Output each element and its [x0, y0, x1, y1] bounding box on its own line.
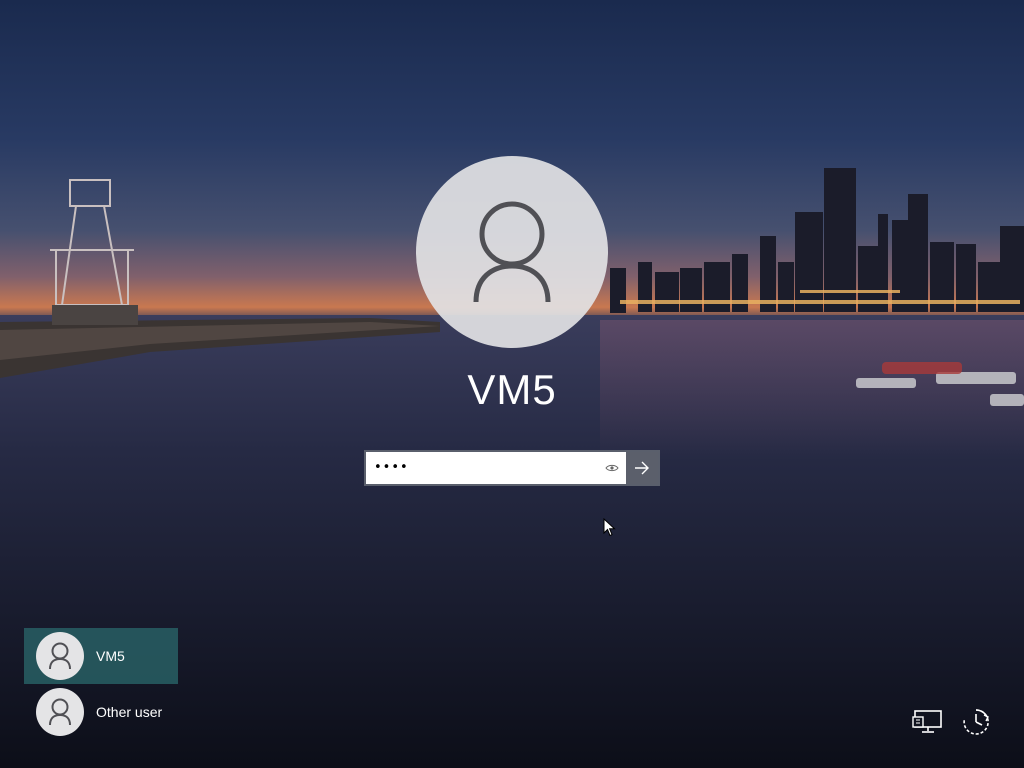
- user-silhouette-icon: [36, 688, 84, 736]
- eye-icon[interactable]: [598, 452, 626, 484]
- network-icon[interactable]: [910, 704, 946, 740]
- user-silhouette-icon: [473, 201, 551, 303]
- user-list: VM5 Other user: [24, 628, 178, 740]
- arrow-right-icon: [635, 461, 649, 475]
- user-tile-label: VM5: [96, 648, 125, 664]
- user-silhouette-icon: [36, 632, 84, 680]
- user-tile-vm5[interactable]: VM5: [24, 628, 178, 684]
- submit-button[interactable]: [626, 452, 658, 484]
- user-tile-other-user[interactable]: Other user: [24, 684, 178, 740]
- user-avatar-large: [416, 156, 608, 348]
- password-field: [364, 450, 660, 486]
- ease-of-access-icon[interactable]: [958, 704, 994, 740]
- user-tile-label: Other user: [96, 704, 163, 720]
- mouse-cursor-icon: [603, 518, 616, 537]
- user-name-heading: VM5: [467, 366, 557, 413]
- password-input[interactable]: [366, 452, 598, 484]
